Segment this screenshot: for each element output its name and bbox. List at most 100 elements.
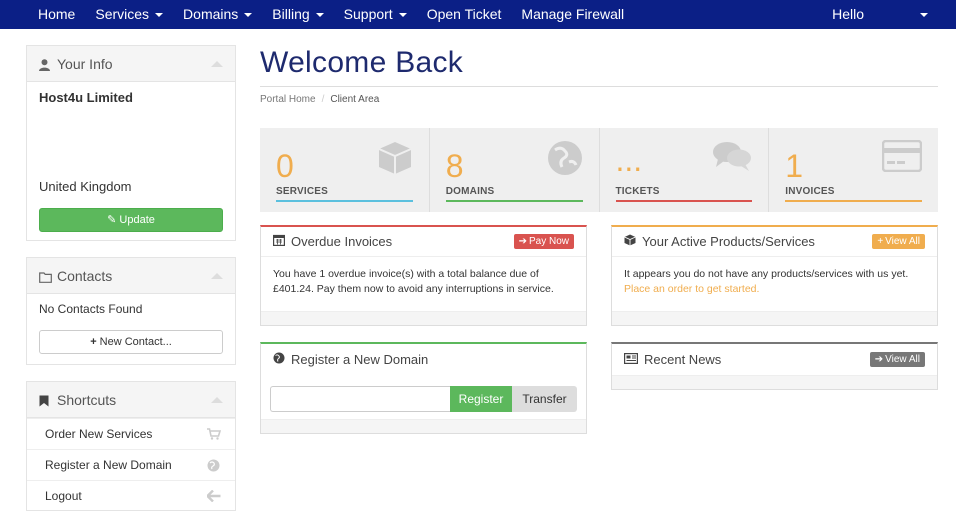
- credit-card-icon: [881, 139, 923, 175]
- shortcut-logout[interactable]: Logout: [27, 480, 235, 511]
- no-contacts-text: No Contacts Found: [39, 302, 143, 316]
- overdue-invoices-title: Overdue Invoices: [291, 234, 393, 249]
- chevron-up-icon[interactable]: [211, 272, 223, 279]
- transfer-button[interactable]: Transfer: [512, 386, 577, 412]
- stat-underline: [276, 200, 413, 202]
- stat-invoices[interactable]: 1 INVOICES: [769, 128, 938, 212]
- domain-search-row: Register Transfer: [270, 386, 577, 412]
- update-button[interactable]: ✎ Update: [39, 208, 223, 232]
- stat-underline: [445, 200, 583, 202]
- pencil-icon: ✎: [107, 214, 120, 226]
- active-products-header: Your Active Products/Services + View All: [612, 227, 937, 257]
- nav-home-label: Home: [38, 6, 76, 22]
- arrow-left-icon: [205, 489, 221, 503]
- stats-tiles: 0 SERVICES 8 DOMAINS ... TICKETS 1 INVOI…: [260, 128, 938, 212]
- caret-down-icon: [315, 13, 324, 18]
- stat-domains[interactable]: 8 DOMAINS: [430, 128, 600, 212]
- title-divider: [260, 86, 938, 87]
- country-name: United Kingdom: [39, 179, 132, 194]
- stat-value: 1: [785, 148, 804, 184]
- breadcrumb-portal-home[interactable]: Portal Home: [260, 94, 316, 105]
- stat-tickets[interactable]: ... TICKETS: [600, 128, 770, 212]
- chevron-up-icon[interactable]: [211, 60, 223, 67]
- place-order-link[interactable]: Place an order to get started.: [624, 282, 925, 297]
- globe-icon: [547, 140, 583, 179]
- nav-domains[interactable]: Domains: [173, 0, 262, 29]
- view-all-label: View All: [885, 353, 920, 365]
- active-products-body: It appears you do not have any products/…: [612, 257, 937, 307]
- active-products-card: Your Active Products/Services + View All …: [611, 225, 938, 326]
- breadcrumb: Portal Home / Client Area: [260, 94, 379, 105]
- stat-underline: [615, 200, 753, 202]
- arrow-right-icon: ➔: [874, 353, 884, 365]
- stat-label: INVOICES: [785, 186, 835, 197]
- contacts-title: Contacts: [57, 267, 113, 284]
- caret-down-icon: [398, 13, 407, 18]
- nav-manage-firewall-label: Manage Firewall: [521, 6, 625, 22]
- cube-icon: [377, 140, 413, 179]
- register-domain-header: Register a New Domain: [261, 344, 586, 374]
- shortcut-register-domain[interactable]: Register a New Domain: [27, 449, 235, 480]
- view-all-news-button[interactable]: ➔ View All: [869, 351, 925, 367]
- nav-services[interactable]: Services: [85, 0, 173, 29]
- caret-down-icon: [920, 13, 928, 18]
- contacts-header[interactable]: Contacts: [27, 258, 235, 294]
- nav-home[interactable]: Home: [0, 0, 85, 29]
- domain-search-input[interactable]: [270, 386, 450, 412]
- your-info-header[interactable]: Your Info: [27, 46, 235, 82]
- shortcuts-panel: Shortcuts Order New Services Register a …: [26, 381, 236, 511]
- stat-label: SERVICES: [276, 186, 328, 197]
- nav-support[interactable]: Support: [334, 0, 417, 29]
- view-all-products-button[interactable]: + View All: [872, 234, 925, 249]
- no-products-text: It appears you do not have any products/…: [624, 268, 909, 280]
- nav-billing-label: Billing: [272, 6, 310, 22]
- user-icon: [39, 58, 51, 71]
- shortcut-label: Logout: [45, 489, 82, 503]
- plus-icon: +: [877, 236, 884, 247]
- active-products-title: Your Active Products/Services: [642, 234, 815, 249]
- stat-label: DOMAINS: [445, 186, 495, 197]
- globe-icon: [273, 352, 285, 367]
- shortcut-label: Register a New Domain: [45, 458, 172, 472]
- overdue-invoices-header: Overdue Invoices ➔ Pay Now: [261, 227, 586, 257]
- your-info-panel: Your Info Host4u Limited United Kingdom …: [26, 45, 236, 241]
- view-all-label: View All: [885, 236, 920, 247]
- bookmark-icon: [39, 394, 51, 406]
- arrow-right-icon: ➔: [518, 236, 527, 247]
- recent-news-title: Recent News: [644, 351, 722, 367]
- nav-manage-firewall[interactable]: Manage Firewall: [511, 0, 634, 29]
- nav-open-ticket[interactable]: Open Ticket: [417, 0, 512, 29]
- stat-value: 8: [445, 148, 464, 184]
- overdue-invoices-text: You have 1 overdue invoice(s) with a tot…: [273, 268, 554, 295]
- card-footer: [261, 419, 586, 433]
- nav-user-menu[interactable]: Hello: [822, 0, 956, 29]
- card-footer: [612, 375, 937, 389]
- nav-billing[interactable]: Billing: [262, 0, 333, 29]
- caret-down-icon: [155, 13, 164, 18]
- your-info-body: Host4u Limited United Kingdom: [27, 82, 235, 200]
- nav-services-label: Services: [95, 6, 150, 22]
- stat-services[interactable]: 0 SERVICES: [260, 128, 430, 212]
- new-contact-button[interactable]: + New Contact...: [39, 330, 223, 354]
- cube-icon: [624, 234, 636, 249]
- cart-icon: [207, 428, 222, 440]
- contacts-body: No Contacts Found + New Contact...: [27, 294, 235, 362]
- shortcuts-header[interactable]: Shortcuts: [27, 382, 235, 418]
- update-label: Update: [119, 214, 155, 226]
- page-title: Welcome Back: [260, 46, 464, 79]
- nav-support-label: Support: [343, 6, 393, 22]
- pay-now-label: Pay Now: [528, 236, 569, 247]
- pay-now-button[interactable]: ➔ Pay Now: [513, 234, 574, 249]
- folder-icon: [39, 270, 52, 283]
- nav-open-ticket-label: Open Ticket: [426, 6, 502, 22]
- nav-domains-label: Domains: [183, 6, 239, 22]
- shortcut-order-new-services[interactable]: Order New Services: [27, 418, 235, 449]
- newspaper-icon: [624, 352, 639, 367]
- stat-label: TICKETS: [615, 186, 660, 197]
- shortcuts-title: Shortcuts: [57, 391, 117, 408]
- register-button[interactable]: Register: [450, 386, 512, 412]
- stat-value: ...: [615, 142, 643, 178]
- chevron-up-icon[interactable]: [211, 396, 223, 403]
- overdue-invoices-card: Overdue Invoices ➔ Pay Now You have 1 ove…: [260, 225, 587, 326]
- breadcrumb-separator: /: [321, 94, 325, 105]
